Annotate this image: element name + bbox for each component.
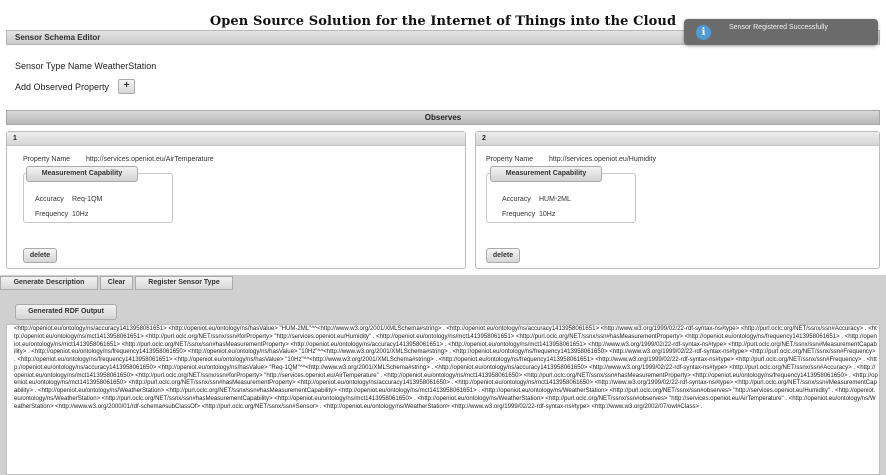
property-name-row: Property Name http://services.openiot.eu/… <box>486 156 656 163</box>
property-name-value: http://services.openiot.eu/AirTemperatur… <box>86 156 214 163</box>
observed-property-panel: 2 Property Name http://services.openiot.e… <box>475 131 880 269</box>
notification-text: Sensor Registered Successfully <box>729 24 828 31</box>
sensor-type-name: Sensor Type Name WeatherStation <box>15 61 157 71</box>
success-notification[interactable]: i Sensor Registered Successfully <box>684 19 878 45</box>
property-name-row: Property Name http://services.openiot.eu/… <box>23 156 214 163</box>
accuracy-value: HUM-2ML <box>539 196 571 203</box>
observes-bar: Observes <box>6 110 880 125</box>
add-observed-property-button[interactable]: + <box>118 79 135 94</box>
frequency-row: Frequency 10Hz <box>35 211 88 218</box>
delete-button[interactable]: delete <box>486 248 520 263</box>
panel-number: 2 <box>476 132 879 146</box>
delete-button[interactable]: delete <box>23 248 57 263</box>
accuracy-row: Accuracy HUM-2ML <box>502 196 571 203</box>
register-sensor-type-button[interactable]: Register Sensor Type <box>135 276 233 290</box>
accuracy-label: Accuracy <box>35 196 64 203</box>
panel-number: 1 <box>7 132 465 146</box>
accuracy-label: Accuracy <box>502 196 531 203</box>
info-icon: i <box>696 25 711 40</box>
property-name-label: Property Name <box>486 156 534 163</box>
frequency-value: 10Hz <box>539 211 556 218</box>
frequency-label: Frequency <box>502 211 536 218</box>
generate-description-button[interactable]: Generate Description <box>0 276 98 290</box>
frequency-value: 10Hz <box>72 211 89 218</box>
frequency-row: Frequency 10Hz <box>502 211 555 218</box>
measurement-capability-button[interactable]: Measurement Capability <box>490 166 602 182</box>
generated-rdf-output-button[interactable]: Generated RDF Output <box>15 304 117 320</box>
accuracy-row: Accuracy Req-1QM <box>35 196 102 203</box>
accuracy-value: Req-1QM <box>72 196 103 203</box>
frequency-label: Frequency <box>35 211 69 218</box>
property-name-label: Property Name <box>23 156 71 163</box>
clear-button[interactable]: Clear <box>100 276 133 290</box>
measurement-capability-button[interactable]: Measurement Capability <box>26 166 138 182</box>
observed-property-panel: 1 Property Name http://services.openiot.e… <box>6 131 466 269</box>
property-name-value: http://services.openiot.eu/Humidity <box>549 156 656 163</box>
rdf-output-text: <http://openiot.eu/ontology/ns/accuracy1… <box>14 326 878 410</box>
add-observed-property-label: Add Observed Property <box>15 82 110 92</box>
